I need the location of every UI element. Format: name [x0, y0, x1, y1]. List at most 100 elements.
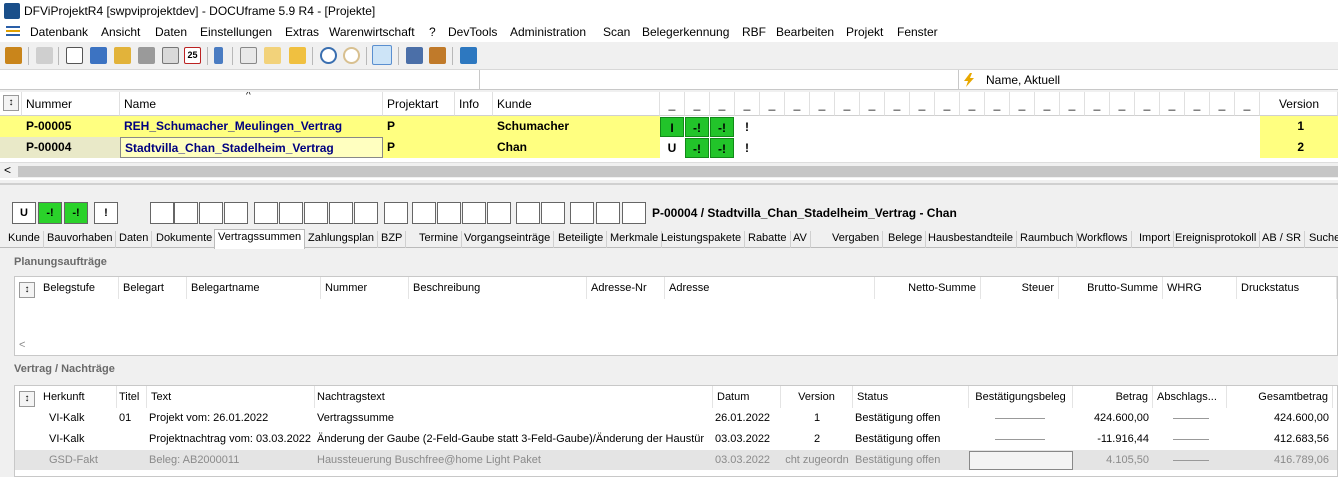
menu-help[interactable]: ? [429, 25, 436, 39]
cell-kunde[interactable]: Schumacher [493, 116, 660, 137]
header-herkunft[interactable]: Herkunft [39, 386, 117, 408]
header-status-column[interactable]: _ [1135, 92, 1160, 116]
header-version[interactable]: Version [1260, 92, 1338, 116]
header-gesamtbetrag[interactable]: Gesamtbetrag [1227, 386, 1333, 408]
tab-av[interactable]: AV [790, 231, 811, 248]
cell-nachtragstext[interactable]: Haussteuerung Buschfree@home Light Paket [315, 450, 713, 470]
header-status-column[interactable]: _ [960, 92, 985, 116]
scroll-left-icon[interactable]: < [4, 163, 11, 177]
tab-import[interactable]: Import [1136, 231, 1175, 248]
menu-bearbeiten[interactable]: Bearbeiten [776, 25, 834, 39]
cell-titel[interactable]: 01 [117, 408, 147, 428]
cell-herkunft[interactable]: VI-Kalk [39, 429, 117, 449]
tab-merkmale[interactable]: Merkmale [607, 231, 663, 248]
header-nummer[interactable]: Nummer [22, 92, 120, 116]
header-status-column[interactable]: _ [810, 92, 835, 116]
planung-header[interactable]: Netto-Summe [875, 277, 981, 299]
header-status-column[interactable]: _ [985, 92, 1010, 116]
menu-administration[interactable]: Administration [510, 25, 586, 39]
cell-nummer[interactable]: P-00005 [22, 116, 120, 137]
menu-datenbank[interactable]: Datenbank [30, 25, 88, 39]
app-menu-icon[interactable] [6, 25, 20, 37]
search-icon[interactable] [320, 47, 337, 64]
lightning-filter-icon[interactable] [962, 73, 976, 87]
filter-label[interactable]: Name, Aktuell [986, 73, 1060, 87]
header-status-column[interactable]: _ [710, 92, 735, 116]
splitter[interactable] [0, 183, 1338, 185]
cell-betrag[interactable]: 4.105,50 [1073, 450, 1153, 470]
header-status-column[interactable]: _ [1235, 92, 1260, 116]
cell-betrag[interactable]: -11.916,44 [1073, 429, 1153, 449]
header-projektart[interactable]: Projektart [383, 92, 455, 116]
copy-icon[interactable] [240, 47, 257, 64]
header-status-column[interactable]: _ [1085, 92, 1110, 116]
tab-bzp[interactable]: BZP [378, 231, 407, 248]
cell-status[interactable]: Bestätigung offen [853, 408, 969, 428]
header-status-column[interactable]: _ [1185, 92, 1210, 116]
cell-status[interactable]: Bestätigung offen [853, 450, 969, 470]
cell-titel[interactable] [117, 429, 147, 449]
cell-projektart[interactable]: P [383, 137, 455, 158]
header-status-column[interactable]: _ [910, 92, 935, 116]
tab-workflows[interactable]: Workflows [1074, 231, 1132, 248]
cell-name[interactable]: REH_Schumacher_Meulingen_Vertrag [120, 116, 383, 137]
sort-icon[interactable]: ↕ [19, 391, 35, 407]
header-status-column[interactable]: _ [785, 92, 810, 116]
planung-header[interactable]: WHRG [1163, 277, 1237, 299]
status-cell[interactable]: -! [710, 138, 734, 158]
export-icon[interactable] [460, 47, 477, 64]
menu-extras[interactable]: Extras [285, 25, 319, 39]
header-status-column[interactable]: _ [1160, 92, 1185, 116]
cell-herkunft[interactable]: VI-Kalk [39, 408, 117, 428]
status-cell[interactable]: I [660, 117, 684, 137]
header-status-column[interactable]: _ [660, 92, 685, 116]
folder-open-icon[interactable] [289, 47, 306, 64]
row-selector[interactable] [0, 137, 22, 158]
header-status-column[interactable]: _ [1010, 92, 1035, 116]
print-icon[interactable] [36, 47, 53, 64]
status-cell[interactable]: -! [685, 117, 709, 137]
tab-suche[interactable]: Suche [1306, 231, 1338, 248]
header-datum[interactable]: Datum [713, 386, 781, 408]
status-cell[interactable]: ! [735, 138, 759, 158]
scrollbar-thumb[interactable] [18, 166, 1338, 177]
tab-hausbestandteile[interactable]: Hausbestandteile [925, 231, 1018, 248]
menu-devtools[interactable]: DevTools [448, 25, 497, 39]
tab-bauvorhaben[interactable]: Bauvorhaben [44, 231, 117, 248]
cell-gesamtbetrag[interactable]: 416.789,06 [1227, 450, 1333, 470]
tab-raumbuch[interactable]: Raumbuch [1017, 231, 1078, 248]
tab-vertragssummen[interactable]: Vertragssummen [214, 229, 306, 249]
view-icon[interactable] [372, 45, 392, 65]
header-status-column[interactable]: _ [885, 92, 910, 116]
menu-projekt[interactable]: Projekt [846, 25, 883, 39]
planung-header[interactable]: Steuer [981, 277, 1059, 299]
menu-warenwirtschaft[interactable]: Warenwirtschaft [329, 25, 415, 39]
cell-text[interactable]: Projektnachtrag vom: 03.03.2022 [147, 429, 315, 449]
menu-fenster[interactable]: Fenster [897, 25, 938, 39]
cell-nachtragstext[interactable]: Änderung der Gaube (2-Feld-Gaube statt 3… [315, 429, 713, 449]
calendar-icon[interactable]: 25 [184, 47, 201, 64]
header-status-column[interactable]: _ [760, 92, 785, 116]
bestaetigungsbeleg-field[interactable] [969, 451, 1073, 470]
scroll-left-icon[interactable]: < [19, 339, 25, 351]
grid-header-sort[interactable]: ↕ [0, 92, 22, 116]
cell-datum[interactable]: 03.03.2022 [713, 429, 781, 449]
cell-version[interactable]: 1 [1260, 116, 1338, 137]
cell-info[interactable] [455, 137, 493, 158]
header-status-column[interactable]: _ [1060, 92, 1085, 116]
planung-header[interactable]: Brutto-Summe [1059, 277, 1163, 299]
tab-leistungspakete[interactable]: Leistungspakete [658, 231, 746, 248]
header-titel[interactable]: Titel [117, 386, 147, 408]
planung-header[interactable]: Belegstufe [39, 277, 119, 299]
header-status-column[interactable]: _ [1035, 92, 1060, 116]
planung-header[interactable]: Belegart [119, 277, 187, 299]
row-selector[interactable] [0, 116, 22, 137]
tag-icon[interactable] [138, 47, 155, 64]
header-version[interactable]: Version [781, 386, 853, 408]
cell-herkunft[interactable]: GSD-Fakt [39, 450, 117, 470]
search-field-2[interactable] [481, 70, 959, 90]
menu-rbf[interactable]: RBF [742, 25, 766, 39]
phone-icon[interactable] [214, 47, 223, 64]
card-icon[interactable] [66, 47, 83, 64]
cell-kunde[interactable]: Chan [493, 137, 660, 158]
